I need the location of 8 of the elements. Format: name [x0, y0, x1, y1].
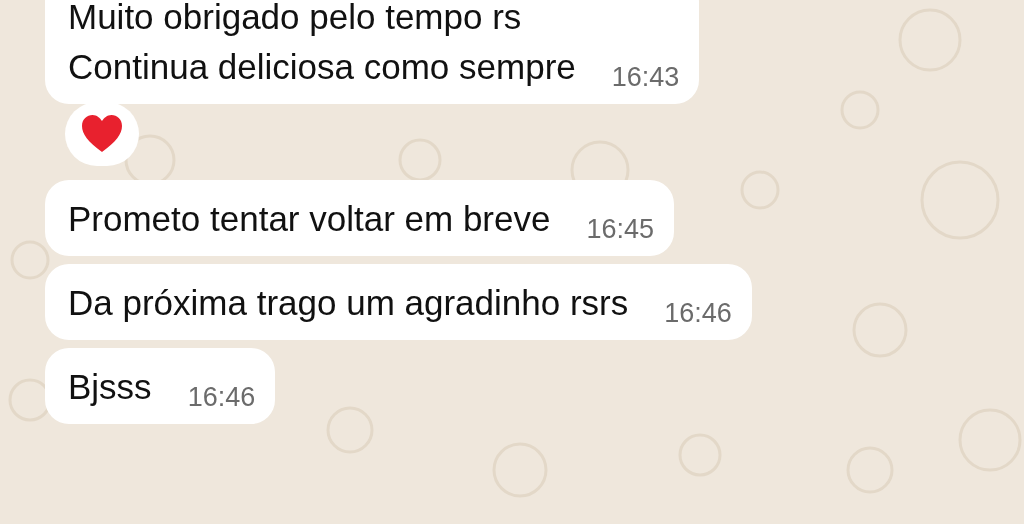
message-time: 16:45: [586, 214, 654, 244]
message-text: Bjsss: [68, 366, 152, 408]
message-text: Muito obrigado pelo tempo rs Continua deliciosa como sempre: [68, 0, 576, 88]
message-time: 16:46: [664, 298, 732, 328]
message-text: Da próxima trago um agradinho rsrs: [68, 282, 629, 324]
message-time: 16:43: [611, 62, 680, 92]
message-time: 16:46: [187, 382, 256, 412]
message-text: Prometo tentar voltar em breve: [68, 198, 551, 240]
